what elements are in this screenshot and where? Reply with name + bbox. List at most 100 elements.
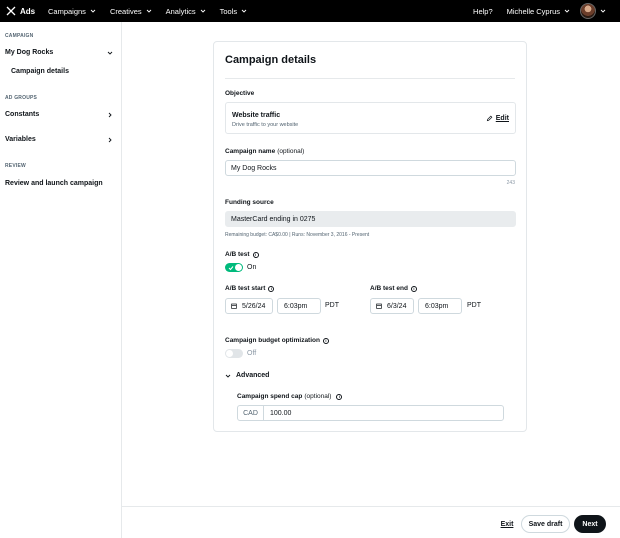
footer-divider [122,506,620,507]
calendar-icon [231,303,237,309]
user-menu[interactable]: Michelle Cyprus [507,7,570,16]
info-icon[interactable]: i [336,393,343,400]
budget-optimization-state: Off [247,350,257,357]
nav-creatives[interactable]: Creatives [110,7,152,16]
toggle-knob [226,350,233,357]
info-icon[interactable]: i [268,285,275,292]
objective-title: Website traffic [232,112,281,119]
chevron-right-icon [108,112,112,117]
info-icon[interactable]: i [410,285,417,292]
objective-box: Website traffic Drive traffic to your we… [225,102,516,134]
page-title: Campaign details [225,54,317,66]
nav-analytics[interactable]: Analytics [166,7,206,16]
ab-test-end-time[interactable]: 6:03pm [418,298,462,314]
next-button[interactable]: Next [574,515,606,533]
toggle-knob [235,264,242,271]
ab-test-label: A/B test i [225,251,259,258]
chevron-down-icon[interactable] [600,8,606,14]
ab-test-state: On [247,264,257,271]
sidebar-section-ad-groups: AD GROUPS [5,95,38,101]
ab-test-end-label-text: A/B test end [370,285,408,292]
ab-test-start-time[interactable]: 6:03pm [277,298,321,314]
budget-optimization-toggle[interactable] [225,349,243,358]
spend-cap-value: 100.00 [270,409,292,417]
nav-analytics-label: Analytics [165,6,196,16]
campaign-details-card: Campaign details Objective Website traff… [213,41,527,432]
ab-test-start-label: A/B test start i [225,285,275,292]
x-logo-icon [6,6,16,16]
optional-tag: (optional) [304,393,332,400]
campaign-name-input[interactable]: My Dog Rocks [225,160,516,176]
x-ads-logo[interactable]: Ads [6,6,42,16]
ab-test-start-label-text: A/B test start [225,285,266,292]
spend-cap-label: Campaign spend cap (optional) i [237,393,343,400]
brand-label: Ads [20,6,36,16]
ab-test-end-timezone: PDT [467,302,481,309]
sidebar-item-constants[interactable]: Constants [5,111,113,118]
check-icon [228,265,234,270]
pencil-icon [486,115,493,122]
objective-label-text: Objective [225,90,255,97]
budget-optimization-label-text: Campaign budget optimization [225,337,320,344]
calendar-icon [376,303,382,309]
ab-test-start-timezone: PDT [325,302,339,309]
budget-optimization-label: Campaign budget optimization i [225,337,329,344]
ab-test-end-date-value: 6/3/24 [387,302,407,310]
funding-source-label-text: Funding source [225,199,274,206]
ab-test-end-label: A/B test end i [370,285,417,292]
sidebar-item-label: My Dog Rocks [5,49,54,56]
nav-tools-label: Tools [219,6,238,16]
exit-button[interactable]: Exit [496,515,518,533]
nav-creatives-label: Creatives [109,6,142,16]
ab-test-toggle[interactable] [225,263,243,272]
divider [225,78,515,79]
nav-campaigns-label: Campaigns [48,6,86,16]
funding-note: Remaining budget: CA$0.00 | Runs: Novemb… [225,232,370,238]
chevron-down-icon [225,374,231,378]
sidebar-item-review[interactable]: Review and launch campaign [5,180,113,187]
funding-source-field: MasterCard ending in 0275 [225,211,516,227]
sidebar-item-campaign-details[interactable]: Campaign details [11,68,69,75]
spend-cap-label-text: Campaign spend cap [237,393,303,400]
sidebar-item-label: Constants [5,111,40,118]
optional-tag: (optional) [277,148,305,155]
chevron-down-icon [146,9,151,13]
chevron-down-icon [564,9,570,13]
help-link[interactable]: Help? [473,7,493,16]
top-navigation-bar: Ads Campaigns Creatives Analytics Tools … [0,0,620,22]
save-draft-button[interactable]: Save draft [521,515,570,533]
advanced-toggle[interactable]: Advanced [225,372,269,379]
funding-source-label: Funding source [225,199,274,206]
campaign-name-value: My Dog Rocks [231,164,277,172]
sidebar-section-campaign: CAMPAIGN [5,33,34,39]
user-name: Michelle Cyprus [506,6,560,16]
chevron-right-icon [108,137,112,142]
ab-test-end-time-value: 6:03pm [425,302,449,310]
chevron-down-icon [90,9,96,13]
avatar[interactable] [580,3,596,19]
sidebar-item-label: Variables [5,136,36,143]
edit-objective-button[interactable]: Edit [486,115,509,122]
sidebar-item-campaign[interactable]: My Dog Rocks [5,49,113,56]
character-counter: 243 [506,180,515,186]
chevron-down-icon [200,9,205,13]
ab-test-label-text: A/B test [225,251,250,258]
ab-test-start-date-value: 5/26/24 [242,302,266,310]
funding-source-value: MasterCard ending in 0275 [231,215,316,223]
campaign-name-label-text: Campaign name [225,148,276,155]
ab-test-end-date[interactable]: 6/3/24 [370,298,414,314]
spend-cap-input[interactable]: CAD 100.00 [237,405,504,421]
chevron-down-icon [241,9,247,13]
ab-test-start-time-value: 6:03pm [284,302,308,310]
campaign-name-label: Campaign name (optional) [225,148,304,155]
nav-tools[interactable]: Tools [220,7,248,16]
advanced-label: Advanced [236,372,270,379]
edit-label: Edit [495,115,509,122]
currency-prefix: CAD [238,406,264,420]
ab-test-start-date[interactable]: 5/26/24 [225,298,273,314]
info-icon[interactable]: i [252,251,259,258]
info-icon[interactable]: i [322,337,329,344]
sidebar-item-variables[interactable]: Variables [5,136,113,143]
nav-campaigns[interactable]: Campaigns [48,7,96,16]
chevron-down-icon [107,51,113,55]
